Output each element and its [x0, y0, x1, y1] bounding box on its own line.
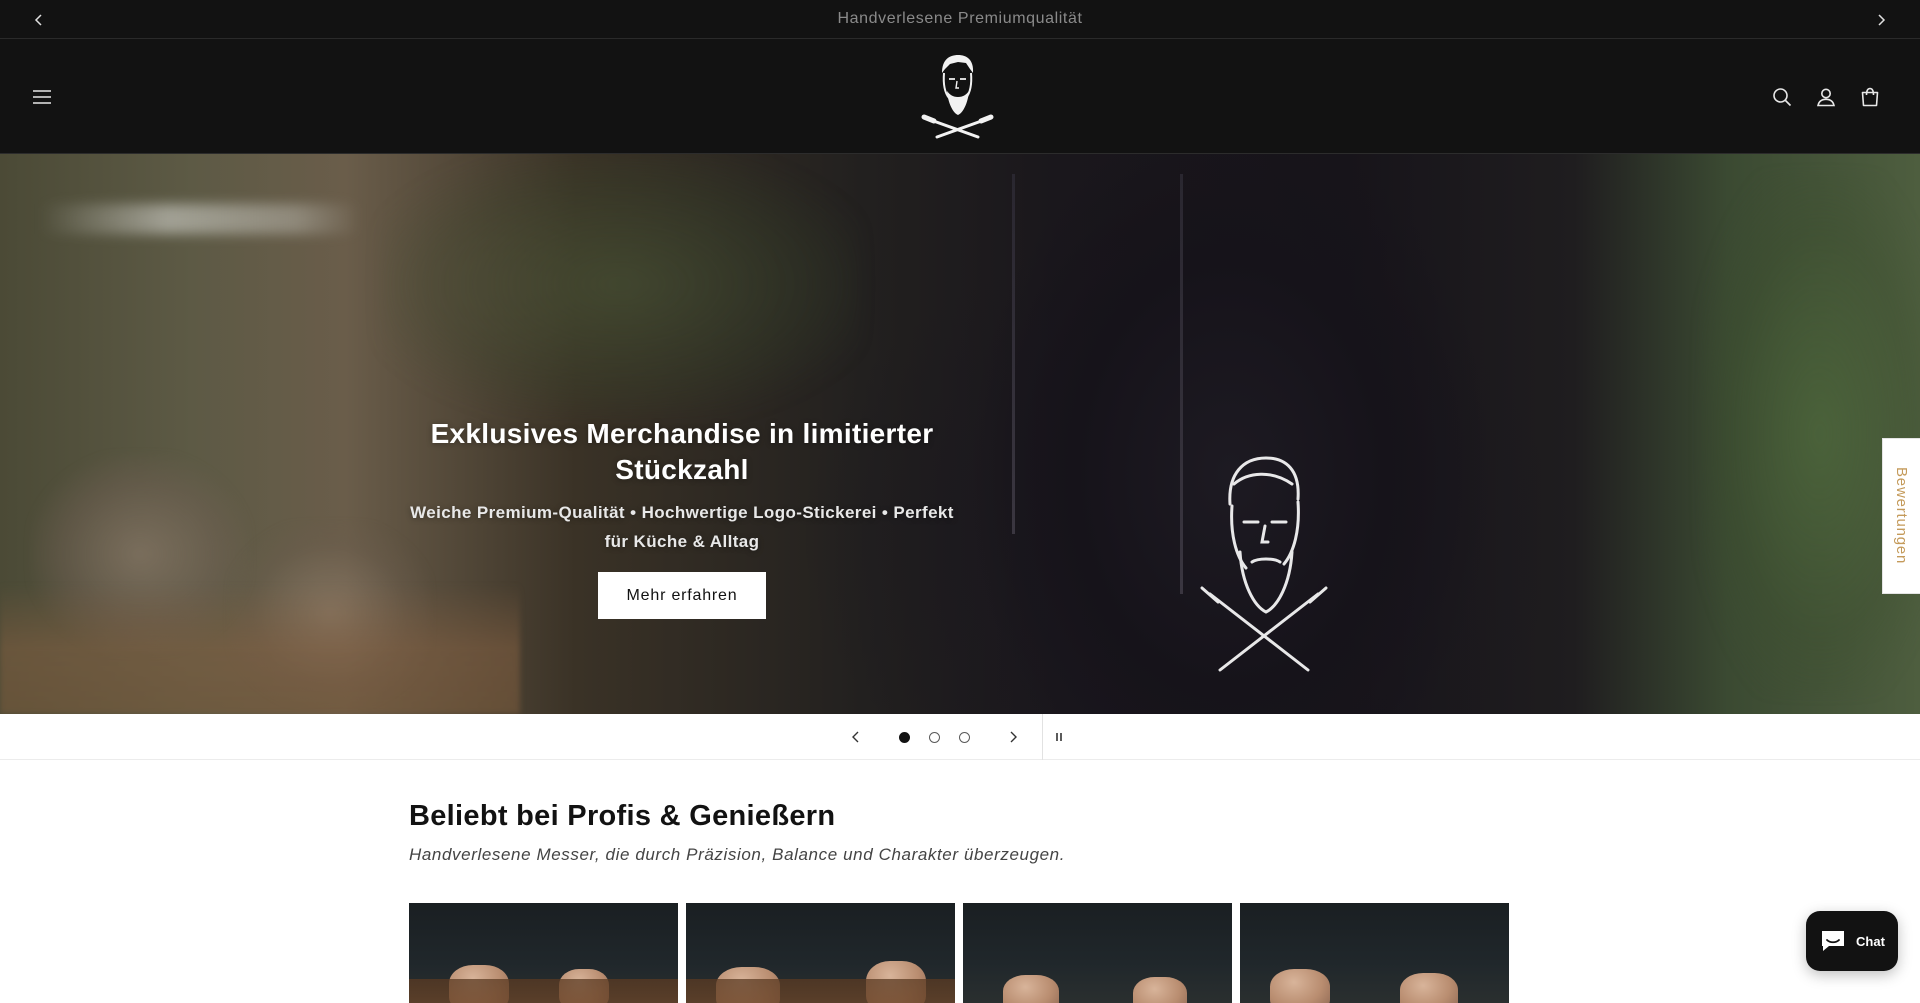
chevron-right-icon [1878, 13, 1886, 26]
chat-label: Chat [1856, 933, 1885, 949]
product-card-1[interactable] [409, 903, 678, 1003]
slide-dot-3[interactable] [959, 732, 970, 743]
section-title: Beliebt bei Profis & Genießern [409, 800, 836, 832]
product-image-hand [1133, 977, 1187, 1003]
hoodie-drawstring [1012, 174, 1015, 534]
product-card-4[interactable] [1240, 903, 1509, 1003]
hero-background-foliage [380, 154, 860, 414]
slide-dot-2[interactable] [929, 732, 940, 743]
slide-dot-1[interactable] [899, 732, 910, 743]
search-icon [1773, 88, 1792, 107]
bearded-chef-crossed-knives-logo [921, 55, 994, 139]
announcement-prev-button[interactable] [19, 0, 59, 39]
announcement-bar: Handverlesene Premiumqualität [0, 0, 1920, 39]
pause-icon [1056, 733, 1062, 741]
hoodie-drawstring [1180, 174, 1183, 594]
announcement-next-button[interactable] [1861, 0, 1901, 39]
reviews-side-tab[interactable]: Bewertungen [1882, 438, 1920, 594]
search-button[interactable] [1762, 77, 1802, 117]
slideshow-pause-button[interactable] [1042, 717, 1076, 757]
hamburger-menu-icon [33, 90, 51, 104]
hero-slideshow: Exklusives Merchandise in limitierter St… [0, 154, 1920, 714]
product-card-3[interactable] [963, 903, 1232, 1003]
reviews-tab-label: Bewertungen [1893, 467, 1910, 565]
cart-button[interactable] [1850, 77, 1890, 117]
product-image-hand [1400, 973, 1458, 1003]
chevron-left-icon [852, 731, 859, 743]
cart-icon [1861, 87, 1879, 107]
learn-more-button[interactable]: Mehr erfahren [597, 572, 767, 619]
featured-collection: Beliebt bei Profis & Genießern Handverle… [409, 800, 1511, 865]
chat-bubble-icon [1822, 931, 1845, 951]
site-header [0, 39, 1920, 154]
product-image-hand [1270, 969, 1330, 1003]
slideshow-controls [0, 714, 1920, 760]
site-logo[interactable] [920, 51, 995, 141]
product-card-2[interactable] [686, 903, 955, 1003]
product-image-hand [1003, 975, 1059, 1003]
chevron-right-icon [1010, 731, 1017, 743]
account-icon [1817, 88, 1835, 107]
hero-background-foliage [1700, 174, 1920, 694]
hero-subtitle: Weiche Premium-Qualität • Hochwertige Lo… [410, 503, 954, 551]
product-image-board [409, 979, 678, 1003]
embroidered-logo-image [1200, 456, 1328, 672]
section-subtitle: Handverlesene Messer, die durch Präzisio… [409, 845, 1066, 864]
slide-prev-button[interactable] [836, 717, 876, 757]
slide-next-button[interactable] [993, 717, 1033, 757]
hero-background-blur [40, 204, 360, 234]
product-image-board [686, 979, 955, 1003]
announcement-text: Handverlesene Premiumqualität [837, 10, 1083, 27]
chevron-left-icon [34, 13, 42, 26]
product-grid [409, 903, 1509, 1003]
hero-title: Exklusives Merchandise in limitierter St… [430, 418, 934, 485]
hero-content: Exklusives Merchandise in limitierter St… [402, 416, 962, 619]
chat-widget-button[interactable]: Chat [1806, 911, 1898, 971]
account-button[interactable] [1806, 77, 1846, 117]
header-icons [1762, 77, 1890, 117]
menu-button[interactable] [22, 77, 62, 117]
